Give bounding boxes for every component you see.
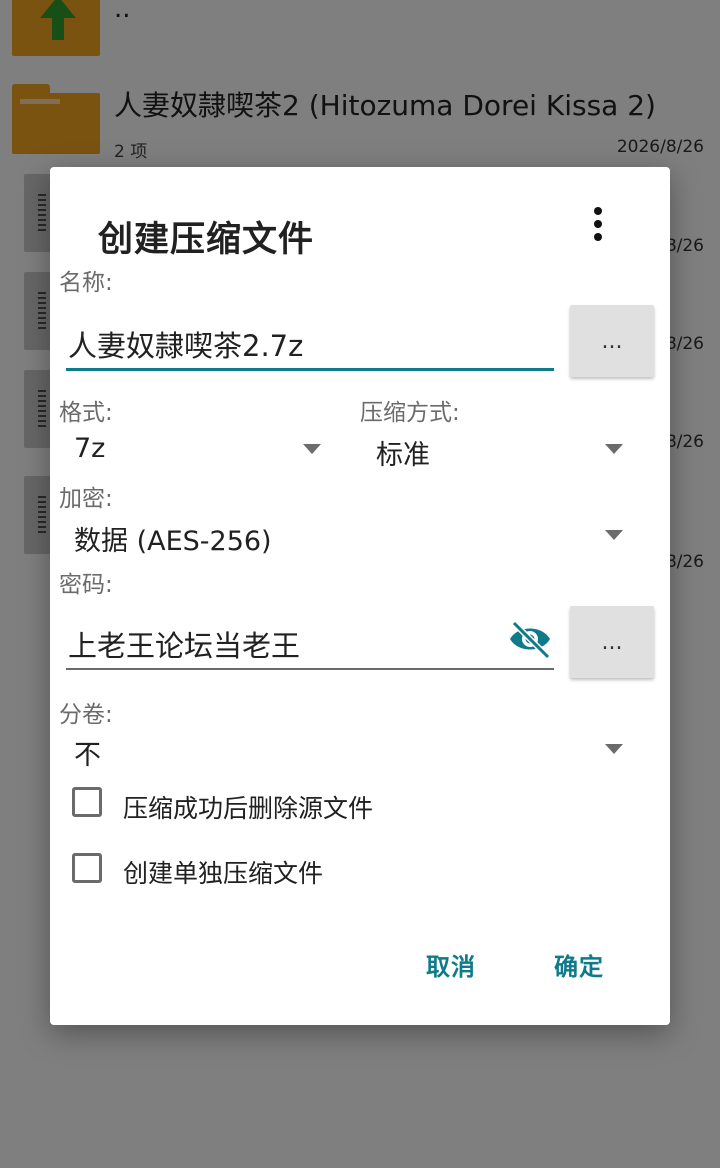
name-label: 名称:: [59, 270, 113, 296]
password-underline: [66, 668, 554, 670]
password-label: 密码:: [59, 572, 113, 598]
method-dropdown-arrow-icon[interactable]: [605, 444, 623, 454]
method-label: 压缩方式:: [360, 400, 460, 426]
browse-name-button[interactable]: ...: [570, 305, 654, 377]
method-select[interactable]: 标准: [376, 433, 430, 472]
dialog-title: 创建压缩文件: [98, 220, 315, 260]
delete-source-checkbox[interactable]: [72, 787, 102, 817]
separate-archive-checkbox[interactable]: [72, 853, 102, 883]
password-input[interactable]: 上老王论坛当老王: [68, 623, 300, 665]
split-select[interactable]: 不: [74, 733, 101, 772]
password-more-button[interactable]: ...: [570, 606, 654, 678]
cancel-button[interactable]: 取消: [426, 947, 476, 982]
archive-name-underline: [66, 368, 554, 371]
split-dropdown-arrow-icon[interactable]: [605, 744, 623, 754]
more-options-icon[interactable]: [590, 207, 606, 247]
encryption-dropdown-arrow-icon[interactable]: [605, 530, 623, 540]
delete-source-label[interactable]: 压缩成功后删除源文件: [123, 789, 373, 825]
format-label: 格式:: [59, 400, 113, 426]
split-label: 分卷:: [59, 702, 113, 728]
visibility-off-icon[interactable]: [506, 619, 554, 659]
encryption-select[interactable]: 数据 (AES-256): [74, 519, 272, 558]
format-select[interactable]: 7z: [74, 433, 105, 464]
archive-name-input[interactable]: 人妻奴隷喫茶2.7z: [68, 323, 303, 365]
create-archive-dialog: 创建压缩文件 名称: 人妻奴隷喫茶2.7z ... 格式: 7z 压缩方式: 标…: [50, 167, 670, 1025]
encryption-label: 加密:: [59, 486, 113, 512]
separate-archive-label[interactable]: 创建单独压缩文件: [123, 854, 323, 890]
ok-button[interactable]: 确定: [554, 947, 604, 982]
format-dropdown-arrow-icon[interactable]: [303, 444, 321, 454]
